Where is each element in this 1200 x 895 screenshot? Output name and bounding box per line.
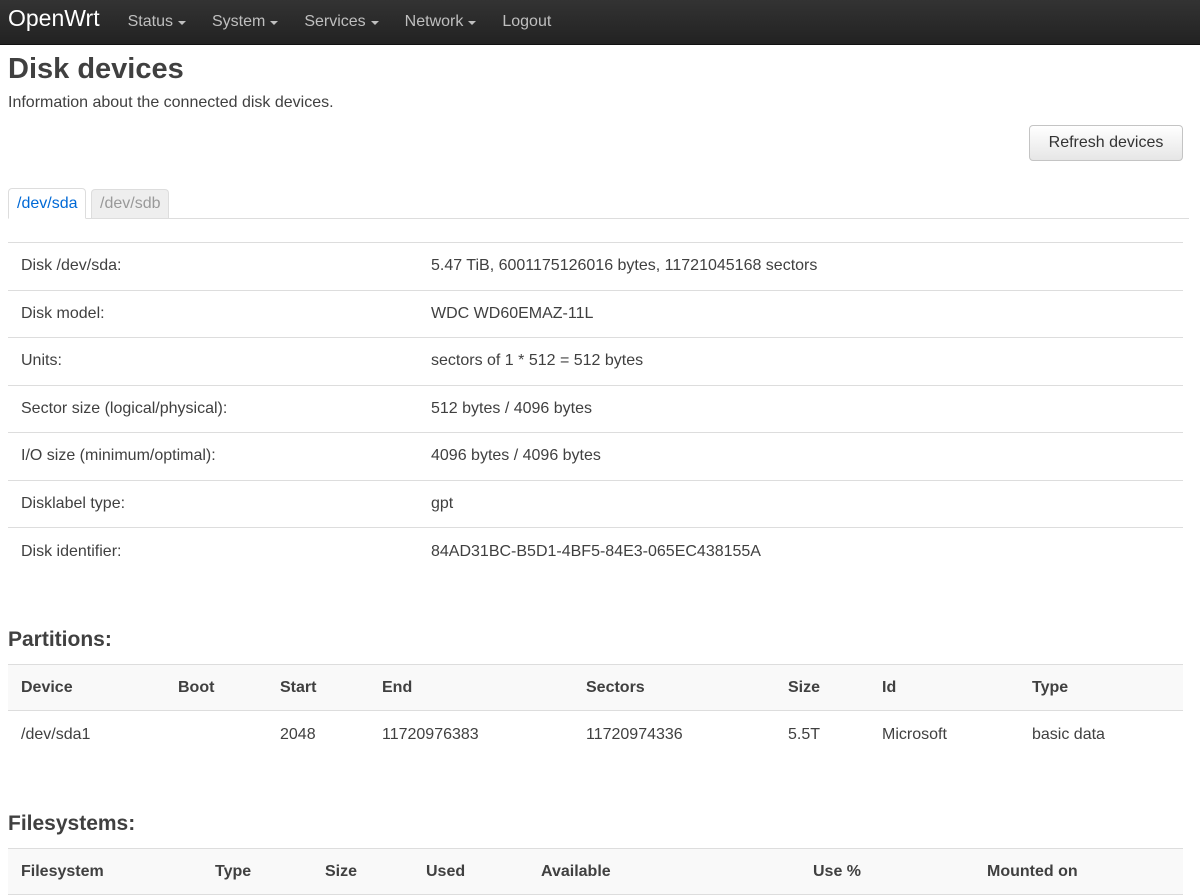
refresh-devices-button[interactable]: Refresh devices [1029,125,1183,161]
disk-info-table: Disk /dev/sda: 5.47 TiB, 6001175126016 b… [8,242,1183,576]
nav-logout-link[interactable]: Logout [502,13,551,31]
filesystems-header-row: Filesystem Type Size Used Available Use … [8,848,1183,895]
filesystems-heading: Filesystems: [8,812,136,835]
cell-type: basic data [1032,725,1105,743]
chevron-down-icon [468,21,477,25]
cell-start: 2048 [280,725,316,743]
nav-services-label: Services [304,13,366,30]
info-value: sectors of 1 * 512 = 512 bytes [431,352,644,370]
nav-network-menu[interactable]: Network [405,13,477,31]
table-row: /dev/sda1 2048 11720976383 11720974336 5… [8,711,1183,758]
nav-system-menu[interactable]: System [211,13,279,31]
brand-logo[interactable]: OpenWrt [8,5,100,32]
info-row: Disk identifier: 84AD31BC-B5D1-4BF5-84E3… [8,528,1183,576]
cell-id: Microsoft [882,725,947,743]
info-label: Disklabel type: [21,494,126,512]
info-label: Disk model: [21,304,105,322]
cell-end: 11720976383 [382,725,479,743]
partitions-heading: Partitions: [8,628,112,651]
column-header: Filesystem [21,862,104,880]
column-header: Used [426,862,466,880]
disk-tabs: /dev/sda /dev/sdb [8,188,1189,219]
tab-dev-sda[interactable]: /dev/sda [8,188,87,219]
column-header: Size [325,862,358,880]
info-row: Disk model: WDC WD60EMAZ-11L [8,291,1183,338]
nav-status-menu[interactable]: Status [128,13,186,31]
cell-sectors: 11720974336 [586,725,683,743]
column-header: Size [788,678,821,696]
info-row: Sector size (logical/physical): 512 byte… [8,386,1183,433]
page-description: Information about the connected disk dev… [8,94,334,111]
partitions-header-row: Device Boot Start End Sectors Size Id Ty… [8,664,1183,711]
info-row: I/O size (minimum/optimal): 4096 bytes /… [8,433,1183,481]
info-label: Disk /dev/sda: [21,257,122,275]
column-header: End [382,678,413,696]
column-header: Sectors [586,678,645,696]
info-value: WDC WD60EMAZ-11L [431,304,594,322]
nav-logout-label: Logout [502,13,552,30]
chevron-down-icon [177,21,186,25]
cell-device: /dev/sda1 [21,725,91,743]
cell-size: 5.5T [788,725,821,743]
column-header: Use % [813,862,862,880]
filesystems-table: Filesystem Type Size Used Available Use … [8,848,1183,895]
info-value: 4096 bytes / 4096 bytes [431,447,601,465]
info-label: Sector size (logical/physical): [21,399,228,417]
column-header: Boot [178,678,215,696]
column-header: Type [1032,678,1069,696]
partitions-table: Device Boot Start End Sectors Size Id Ty… [8,664,1183,758]
info-row: Units: sectors of 1 * 512 = 512 bytes [8,338,1183,386]
info-row: Disk /dev/sda: 5.47 TiB, 6001175126016 b… [8,243,1183,291]
chevron-down-icon [270,21,279,25]
info-label: Disk identifier: [21,542,122,560]
info-value: 84AD31BC-B5D1-4BF5-84E3-065EC438155A [431,542,761,560]
column-header: Available [541,862,611,880]
column-header: Type [215,862,252,880]
nav-system-label: System [211,13,266,30]
column-header: Mounted on [987,862,1078,880]
info-label: I/O size (minimum/optimal): [21,447,216,465]
nav-services-menu[interactable]: Services [304,13,379,31]
column-header: Start [280,678,317,696]
column-header: Id [882,678,897,696]
nav-network-label: Network [404,13,464,30]
chevron-down-icon [370,21,379,25]
info-value: gpt [431,494,454,512]
tab-dev-sdb[interactable]: /dev/sdb [91,189,170,218]
column-header: Device [21,678,73,696]
nav-status-label: Status [127,13,173,30]
info-value: 512 bytes / 4096 bytes [431,399,592,417]
top-navbar: OpenWrt Status System Services Network L… [0,0,1200,45]
info-value: 5.47 TiB, 6001175126016 bytes, 117210451… [431,257,818,275]
info-label: Units: [21,352,62,370]
info-row: Disklabel type: gpt [8,481,1183,528]
page-title: Disk devices [8,53,184,85]
